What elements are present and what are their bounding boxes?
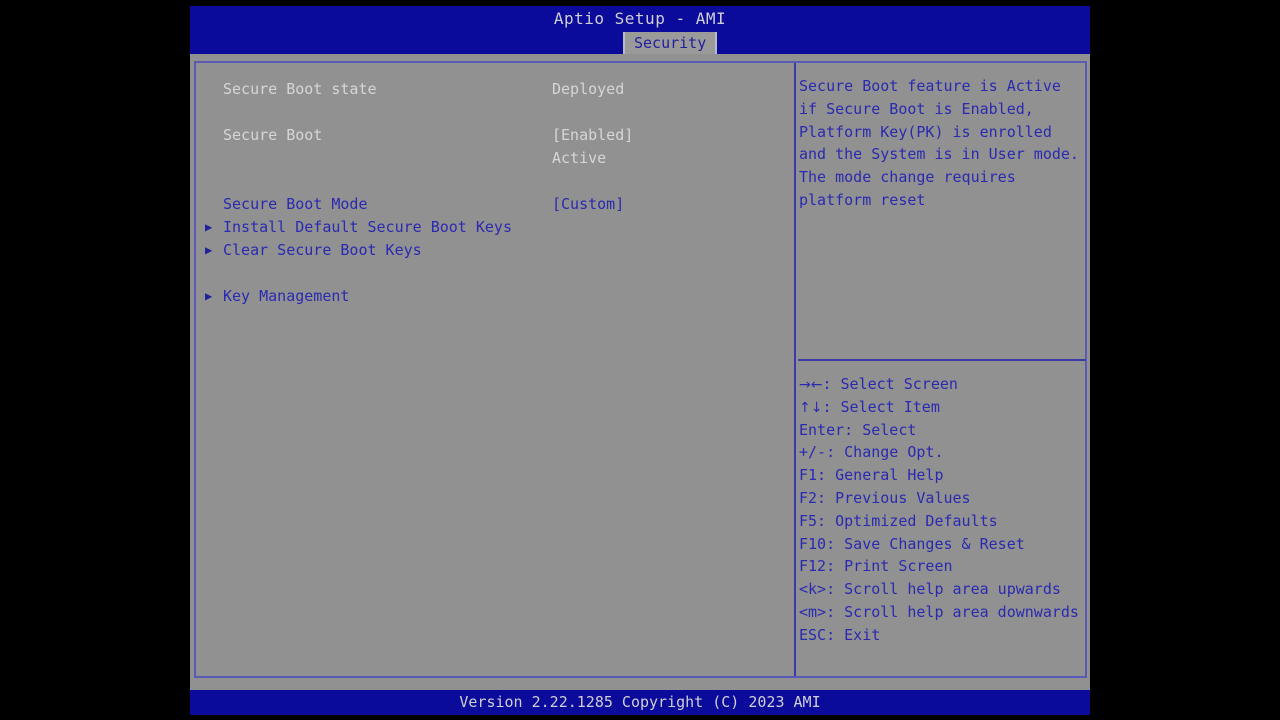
setting-label[interactable]: Clear Secure Boot Keys: [223, 239, 422, 262]
setting-row-key-management[interactable]: ▶ Key Management: [196, 285, 794, 308]
key-legend-item: <k>: Scroll help area upwards: [799, 578, 1087, 601]
help-line: if Secure Boot is Enabled,: [799, 99, 1034, 118]
key-legend-item: F12: Print Screen: [799, 555, 1087, 578]
key-legend-label: <m>: Scroll help area downwards: [799, 602, 1079, 621]
submenu-arrow-icon: ▶: [205, 220, 213, 234]
key-legend-item: ESC: Exit: [799, 624, 1087, 647]
key-legend-item: Enter: Select: [799, 419, 1087, 442]
bios-screen: Aptio Setup - AMI Security Secure Boot s…: [190, 0, 1090, 715]
arrow-up-down-icon: ↑↓: [799, 399, 823, 416]
help-text: Secure Boot feature is Active if Secure …: [799, 75, 1087, 212]
key-legend-label: F10: Save Changes & Reset: [799, 534, 1025, 553]
setting-label: Secure Boot: [223, 126, 323, 144]
key-legend-item: <m>: Scroll help area downwards: [799, 601, 1087, 624]
setting-value: Deployed: [552, 80, 625, 98]
title-bar: Aptio Setup - AMI Security: [190, 6, 1090, 54]
key-legend-label: F2: Previous Values: [799, 488, 971, 507]
key-legend-label: F12: Print Screen: [799, 557, 953, 576]
main-panel: Secure Boot state Deployed Secure Boot […: [194, 61, 1087, 678]
help-line: platform reset: [799, 190, 926, 209]
key-legend-item: F5: Optimized Defaults: [799, 510, 1087, 533]
help-column: Secure Boot feature is Active if Secure …: [796, 63, 1087, 676]
footer-bar: Version 2.22.1285 Copyright (C) 2023 AMI: [190, 690, 1090, 715]
key-legend-label: Enter: Select: [799, 420, 917, 439]
key-legend-item: F1: General Help: [799, 464, 1087, 487]
setting-label: Secure Boot state: [223, 80, 377, 98]
help-line: The mode change requires: [799, 168, 1016, 187]
submenu-arrow-icon: ▶: [205, 289, 213, 303]
key-legend-label: F1: General Help: [799, 466, 944, 485]
key-legend-label: ESC: Exit: [799, 625, 881, 644]
setting-value: Active: [552, 149, 607, 167]
key-legend-list: →←: Select Screen ↑↓: Select Item Enter:…: [799, 373, 1087, 647]
setting-row-install-default-secure-boot-keys[interactable]: ▶ Install Default Secure Boot Keys: [196, 216, 794, 239]
key-legend-item: F2: Previous Values: [799, 487, 1087, 510]
setting-label[interactable]: Key Management: [223, 285, 349, 308]
settings-list: Secure Boot state Deployed Secure Boot […: [196, 63, 794, 676]
setting-row-secure-boot[interactable]: Secure Boot [Enabled]: [196, 124, 794, 147]
key-legend-label: <k>: Scroll help area upwards: [799, 580, 1061, 599]
setting-row-secure-boot-status: Active: [196, 147, 794, 170]
help-horizontal-divider: [798, 359, 1086, 361]
setting-value[interactable]: [Enabled]: [552, 124, 633, 147]
tab-security[interactable]: Security: [623, 32, 718, 54]
tab-strip: Security: [190, 32, 1090, 54]
key-legend-item: F10: Save Changes & Reset: [799, 533, 1087, 556]
submenu-arrow-icon: ▶: [205, 243, 213, 257]
key-legend-item: ↑↓: Select Item: [799, 396, 1087, 419]
help-line: Platform Key(PK) is enrolled: [799, 122, 1052, 141]
setting-row-clear-secure-boot-keys[interactable]: ▶ Clear Secure Boot Keys: [196, 239, 794, 262]
key-legend-label: F5: Optimized Defaults: [799, 511, 998, 530]
help-line: and the System is in User mode.: [799, 145, 1079, 164]
key-legend-label: : Select Item: [822, 397, 940, 416]
setting-value[interactable]: [Custom]: [552, 193, 624, 216]
help-line: Secure Boot feature is Active: [799, 77, 1061, 95]
setting-label[interactable]: Install Default Secure Boot Keys: [223, 216, 512, 239]
key-legend-item: +/-: Change Opt.: [799, 441, 1087, 464]
key-legend-label: : Select Screen: [822, 375, 958, 393]
setting-label: Secure Boot Mode: [223, 195, 368, 213]
app-title: Aptio Setup - AMI: [553, 9, 727, 28]
setting-row-secure-boot-mode[interactable]: Secure Boot Mode [Custom]: [196, 193, 794, 216]
key-legend-label: +/-: Change Opt.: [799, 443, 944, 462]
version-copyright-text: Version 2.22.1285 Copyright (C) 2023 AMI: [459, 693, 821, 711]
arrow-left-right-icon: →←: [799, 377, 823, 393]
key-legend-item: →←: Select Screen: [799, 373, 1087, 396]
setting-row-secure-boot-state: Secure Boot state Deployed: [196, 78, 794, 101]
